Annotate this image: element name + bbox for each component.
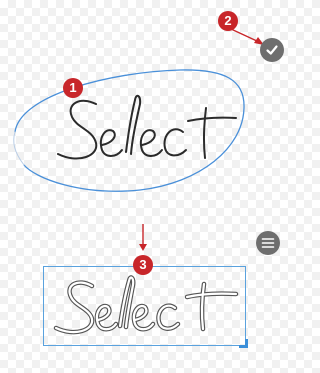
check-icon [266, 45, 278, 55]
step-badge-1: 1 [63, 78, 83, 98]
step-3-arrow [139, 224, 147, 251]
menu-button[interactable] [256, 231, 280, 255]
resize-handle[interactable] [239, 339, 248, 348]
step-2-arrow [230, 28, 264, 45]
menu-icon [261, 238, 275, 248]
confirm-button[interactable] [260, 38, 284, 62]
step-badge-3: 3 [133, 255, 153, 275]
handwriting-select [57, 94, 237, 160]
selection-box[interactable] [43, 266, 248, 348]
step-badge-2: 2 [218, 11, 238, 31]
lasso-tail [13, 131, 25, 166]
